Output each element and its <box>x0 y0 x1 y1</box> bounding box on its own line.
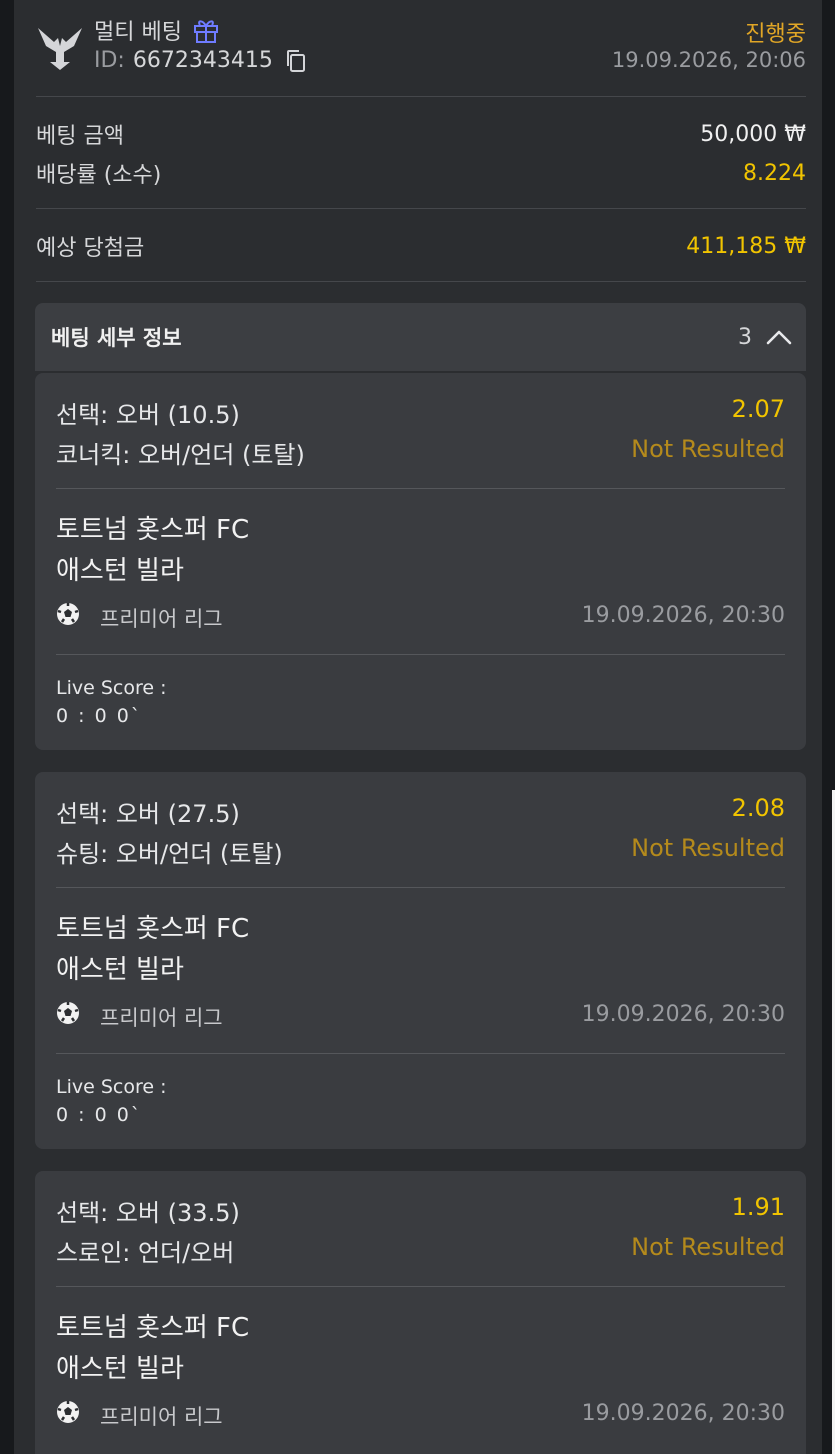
bet-details-meta: 3 <box>738 325 792 350</box>
bet-id: ID: 6672343415 <box>94 48 307 73</box>
selection-result: Not Resulted <box>631 834 785 862</box>
selection-card: 선택: 오버 (10.5) 코너킥: 오버/언더 (토탈) 2.07 Not R… <box>35 373 806 750</box>
live-score-value: 0 : 0 0` <box>56 1104 143 1126</box>
stake-value: 50,000 ₩ <box>700 121 806 147</box>
bet-status: 진행중 <box>745 22 806 47</box>
selection-odds: 2.08 <box>731 794 785 822</box>
bet-slip-panel: 멀티 베팅 ID: 6672343415 진행중 19.09.2026, 20:… <box>14 0 822 1454</box>
selection-odds: 2.07 <box>731 395 785 423</box>
gift-icon[interactable] <box>192 16 220 44</box>
soccer-ball-icon <box>57 603 79 625</box>
bet-type-label: 멀티 베팅 <box>94 20 182 45</box>
market-text: 코너킥: 오버/언더 (토탈) <box>56 441 305 469</box>
divider <box>36 96 806 97</box>
selection-text: 선택: 오버 (27.5) <box>56 800 240 828</box>
live-score-label: Live Score : <box>56 1076 167 1098</box>
bet-details-title: 베팅 세부 정보 <box>51 326 182 350</box>
divider <box>36 208 806 209</box>
payout-row: 예상 당첨금 411,185 ₩ <box>36 230 806 262</box>
brand-logo-icon <box>38 28 82 70</box>
selection-card: 선택: 오버 (27.5) 슈팅: 오버/언더 (토탈) 2.08 Not Re… <box>35 772 806 1149</box>
match-datetime: 19.09.2026, 20:30 <box>581 1401 785 1426</box>
away-team: 애스턴 빌라 <box>56 955 184 985</box>
stake-label: 베팅 금액 <box>36 124 124 149</box>
bet-type: 멀티 베팅 <box>94 14 220 46</box>
copy-icon[interactable] <box>285 49 307 73</box>
selection-card: 선택: 오버 (33.5) 스로인: 언더/오버 1.91 Not Result… <box>35 1171 806 1454</box>
selection-result: Not Resulted <box>631 1233 785 1261</box>
league-name: 프리미어 리그 <box>100 607 223 631</box>
selection-text: 선택: 오버 (10.5) <box>56 401 240 429</box>
soccer-ball-icon <box>57 1401 79 1423</box>
card-divider <box>56 654 785 655</box>
bet-datetime: 19.09.2026, 20:06 <box>611 48 806 72</box>
payout-value: 411,185 ₩ <box>686 233 806 259</box>
market-text: 스로인: 언더/오버 <box>56 1239 235 1267</box>
stake-row: 베팅 금액 50,000 ₩ <box>36 118 806 150</box>
home-team: 토트넘 홋스퍼 FC <box>56 914 250 944</box>
card-divider <box>56 887 785 888</box>
market-text: 슈팅: 오버/언더 (토탈) <box>56 840 283 868</box>
selection-count: 3 <box>738 324 752 350</box>
card-divider <box>56 1053 785 1054</box>
soccer-ball-icon <box>57 1002 79 1024</box>
live-score-label: Live Score : <box>56 677 167 699</box>
odds-row: 배당률 (소수) 8.224 <box>36 157 806 189</box>
odds-value: 8.224 <box>743 160 806 186</box>
payout-label: 예상 당첨금 <box>36 236 145 261</box>
league-name: 프리미어 리그 <box>100 1405 223 1429</box>
bet-id-value: 6672343415 <box>132 48 273 73</box>
chevron-up-icon[interactable] <box>766 329 792 345</box>
selection-odds: 1.91 <box>731 1193 785 1221</box>
away-team: 애스턴 빌라 <box>56 556 184 586</box>
selection-text: 선택: 오버 (33.5) <box>56 1199 240 1227</box>
card-divider <box>56 1286 785 1287</box>
selection-result: Not Resulted <box>631 435 785 463</box>
live-score-value: 0 : 0 0` <box>56 705 143 727</box>
bet-id-label: ID: <box>94 48 125 73</box>
odds-label: 배당률 (소수) <box>36 163 162 188</box>
home-team: 토트넘 홋스퍼 FC <box>56 515 250 545</box>
league-name: 프리미어 리그 <box>100 1006 223 1030</box>
away-team: 애스턴 빌라 <box>56 1354 184 1384</box>
bet-details-toggle[interactable]: 베팅 세부 정보 3 <box>35 303 806 371</box>
card-divider <box>56 488 785 489</box>
divider <box>36 281 806 282</box>
match-datetime: 19.09.2026, 20:30 <box>581 603 785 628</box>
bet-header: 멀티 베팅 ID: 6672343415 진행중 19.09.2026, 20:… <box>14 0 822 96</box>
home-team: 토트넘 홋스퍼 FC <box>56 1313 250 1343</box>
match-datetime: 19.09.2026, 20:30 <box>581 1002 785 1027</box>
